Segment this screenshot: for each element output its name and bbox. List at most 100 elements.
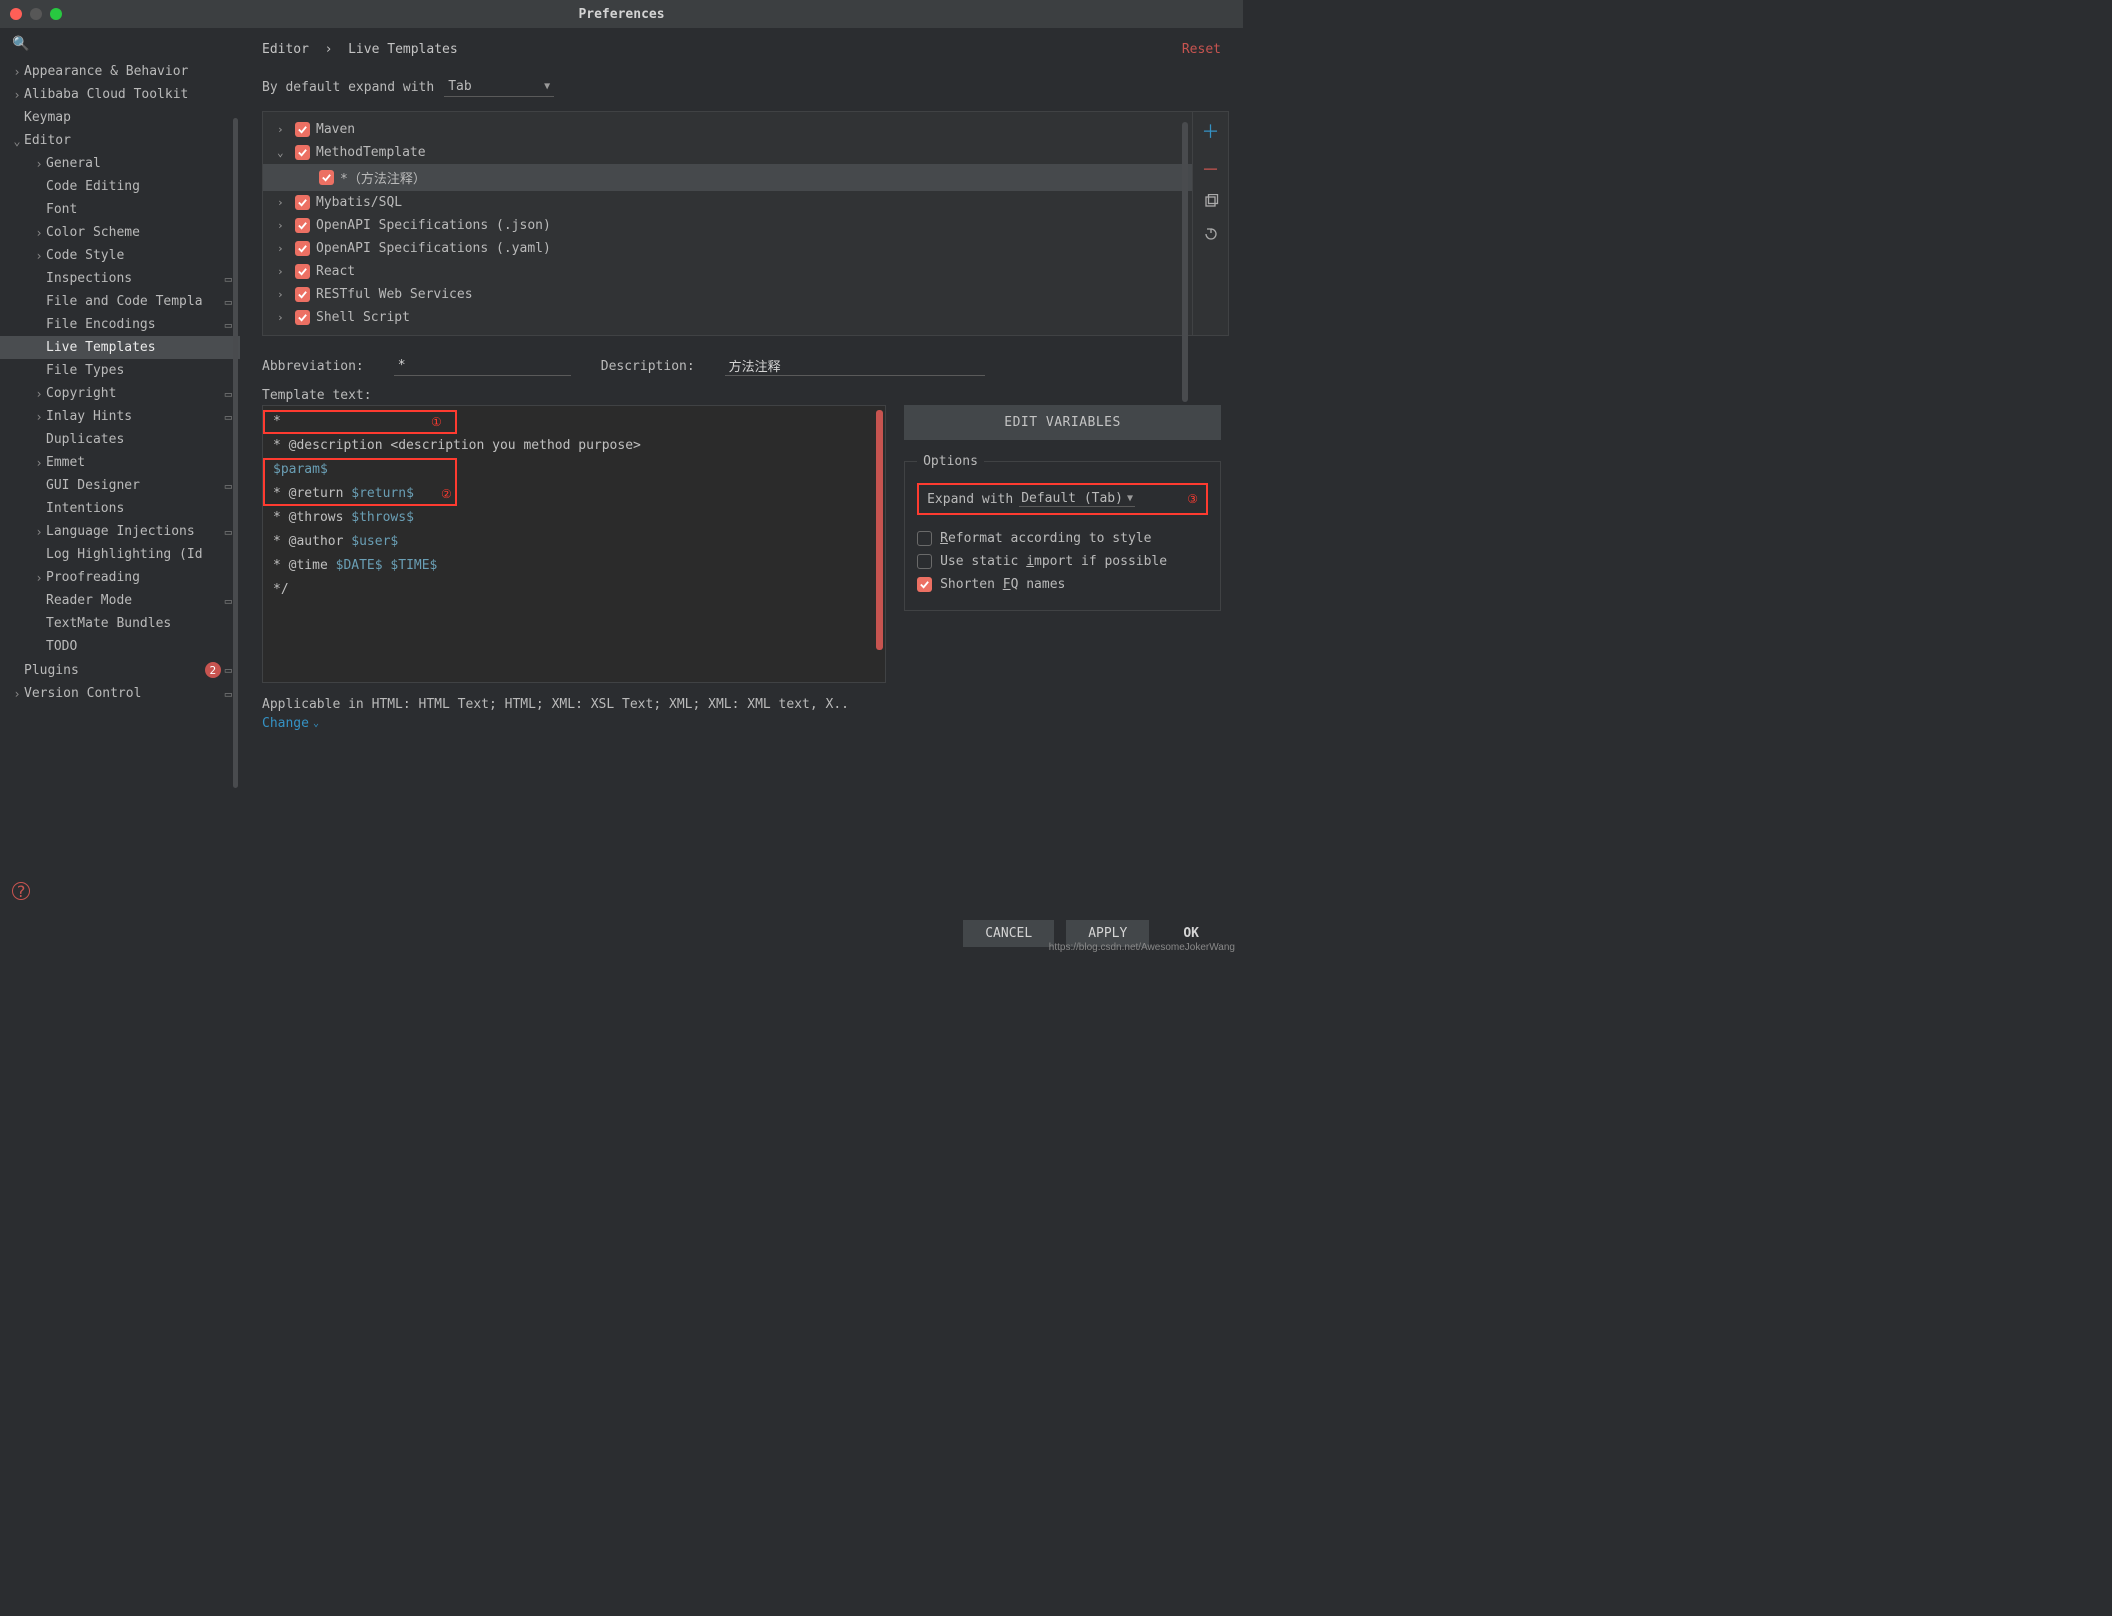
- sidebar-item[interactable]: File and Code Templa▭: [0, 290, 240, 313]
- abbreviation-input[interactable]: [394, 356, 571, 376]
- template-text-editor[interactable]: ① ② * * @description <description you me…: [262, 405, 886, 683]
- sidebar-item[interactable]: TextMate Bundles: [0, 612, 240, 635]
- editor-line: <description you method purpose>: [390, 438, 640, 453]
- sidebar-item[interactable]: Reader Mode▭: [0, 589, 240, 612]
- template-tree-item[interactable]: ›React: [263, 260, 1192, 283]
- sidebar-item[interactable]: Live Templates: [0, 336, 240, 359]
- close-window-button[interactable]: [10, 8, 22, 20]
- sidebar-item[interactable]: ›Copyright▭: [0, 382, 240, 405]
- sidebar-item[interactable]: Log Highlighting (Id: [0, 543, 240, 566]
- template-item-label: *（方法注释）: [340, 168, 426, 187]
- sidebar-item[interactable]: Plugins2▭: [0, 658, 240, 682]
- sidebar-item[interactable]: Code Editing: [0, 175, 240, 198]
- add-icon[interactable]: ＋: [1202, 118, 1220, 144]
- sidebar-item-label: Version Control: [24, 686, 221, 701]
- template-item-label: Maven: [316, 122, 355, 137]
- sidebar-item[interactable]: ›Color Scheme: [0, 221, 240, 244]
- minimize-window-button[interactable]: [30, 8, 42, 20]
- checkbox-checked[interactable]: [295, 145, 310, 160]
- sidebar-item[interactable]: ⌄Editor: [0, 129, 240, 152]
- sidebar-item[interactable]: TODO: [0, 635, 240, 658]
- template-tree-item[interactable]: *（方法注释）: [263, 164, 1192, 191]
- chevron-icon: ›: [277, 242, 289, 255]
- template-tree-item[interactable]: › OpenAPI Specifications (.json): [263, 214, 1192, 237]
- checkbox-checked[interactable]: [917, 577, 932, 592]
- description-input[interactable]: [725, 356, 985, 376]
- sidebar-item[interactable]: Keymap: [0, 106, 240, 129]
- sidebar-item[interactable]: File Encodings▭: [0, 313, 240, 336]
- checkbox-checked[interactable]: [295, 264, 310, 279]
- static-import-checkbox-row[interactable]: Use static import if possible: [917, 550, 1208, 573]
- sidebar-item[interactable]: ›Version Control▭: [0, 682, 240, 705]
- sidebar-item-label: Code Editing: [46, 179, 232, 194]
- editor-scrollbar[interactable]: [876, 410, 883, 650]
- sidebar-item[interactable]: Duplicates: [0, 428, 240, 451]
- sidebar-item[interactable]: ›Appearance & Behavior: [0, 60, 240, 83]
- sidebar-item[interactable]: Inspections▭: [0, 267, 240, 290]
- checkbox-checked[interactable]: [295, 241, 310, 256]
- main-layout: 🔍 ›Appearance & Behavior›Alibaba Cloud T…: [0, 28, 1243, 908]
- sidebar-item[interactable]: ›Code Style: [0, 244, 240, 267]
- help-button[interactable]: ?: [12, 882, 30, 900]
- sidebar-item[interactable]: ›Emmet: [0, 451, 240, 474]
- template-tree-item[interactable]: ›Mybatis/SQL: [263, 191, 1192, 214]
- copy-icon[interactable]: [1203, 194, 1219, 214]
- chevron-icon: ›: [10, 88, 24, 102]
- checkbox-checked[interactable]: [295, 287, 310, 302]
- sidebar-item[interactable]: Font: [0, 198, 240, 221]
- template-tree[interactable]: ›Maven⌄MethodTemplate*（方法注释）›Mybatis/SQL…: [263, 112, 1192, 335]
- sidebar-item[interactable]: File Types: [0, 359, 240, 382]
- sidebar-item[interactable]: ›Language Injections▭: [0, 520, 240, 543]
- remove-icon[interactable]: －: [1202, 156, 1220, 182]
- sidebar-item[interactable]: ›Proofreading: [0, 566, 240, 589]
- template-tree-item[interactable]: ›Shell Script: [263, 306, 1192, 329]
- chevron-icon: ›: [277, 219, 289, 232]
- sidebar-item[interactable]: ›Inlay Hints▭: [0, 405, 240, 428]
- template-scrollbar[interactable]: [1182, 122, 1188, 402]
- settings-tree[interactable]: ›Appearance & Behavior›Alibaba Cloud Too…: [0, 60, 240, 908]
- chevron-icon: ›: [32, 157, 46, 171]
- applicable-contexts: Applicable in HTML: HTML Text; HTML; XML…: [240, 683, 1243, 712]
- cancel-button[interactable]: CANCEL: [963, 920, 1054, 947]
- template-item-label: Mybatis/SQL: [316, 195, 402, 210]
- template-tree-item[interactable]: ›RESTful Web Services: [263, 283, 1192, 306]
- search-row[interactable]: 🔍: [0, 28, 240, 60]
- restore-icon[interactable]: [1203, 226, 1219, 246]
- maximize-window-button[interactable]: [50, 8, 62, 20]
- checkbox-unchecked[interactable]: [917, 531, 932, 546]
- template-toolbar: ＋ －: [1192, 112, 1228, 335]
- checkbox-checked[interactable]: [319, 170, 334, 185]
- expand-with-dropdown[interactable]: Default (Tab) ▼: [1019, 491, 1135, 507]
- breadcrumb-root[interactable]: Editor: [262, 42, 309, 57]
- chevron-icon: ⌄: [10, 134, 24, 148]
- sidebar-item[interactable]: ›Alibaba Cloud Toolkit: [0, 83, 240, 106]
- chevron-icon: ›: [32, 249, 46, 263]
- breadcrumb: Editor › Live Templates: [262, 42, 458, 57]
- sidebar-item[interactable]: GUI Designer▭: [0, 474, 240, 497]
- checkbox-unchecked[interactable]: [917, 554, 932, 569]
- reformat-checkbox-row[interactable]: Reformat according to style: [917, 527, 1208, 550]
- template-tree-item[interactable]: ⌄MethodTemplate: [263, 141, 1192, 164]
- template-tree-item[interactable]: ›OpenAPI Specifications (.yaml): [263, 237, 1192, 260]
- sidebar-item[interactable]: ›General: [0, 152, 240, 175]
- module-settings-icon: ▭: [225, 687, 232, 701]
- sidebar-item-label: GUI Designer: [46, 478, 221, 493]
- template-tree-item[interactable]: ›Maven: [263, 118, 1192, 141]
- checkbox-checked[interactable]: [295, 122, 310, 137]
- template-item-label: OpenAPI Specifications (.json): [316, 218, 551, 233]
- checkbox-checked[interactable]: [295, 195, 310, 210]
- module-settings-icon: ▭: [225, 272, 232, 286]
- checkbox-checked[interactable]: [295, 218, 310, 233]
- chevron-icon: ⌄: [277, 146, 289, 159]
- expand-with-row: Expand with Default (Tab) ▼ ③: [917, 483, 1208, 515]
- sidebar-scrollbar[interactable]: [233, 118, 238, 788]
- edit-variables-button[interactable]: EDIT VARIABLES: [904, 405, 1221, 440]
- chevron-icon: ›: [10, 65, 24, 79]
- reset-link[interactable]: Reset: [1182, 42, 1221, 57]
- change-contexts-link[interactable]: Change ⌄: [240, 712, 1243, 735]
- checkbox-checked[interactable]: [295, 310, 310, 325]
- sidebar-item[interactable]: Intentions: [0, 497, 240, 520]
- chevron-icon: ›: [32, 410, 46, 424]
- shorten-fq-checkbox-row[interactable]: Shorten FQ names: [917, 573, 1208, 596]
- default-expand-dropdown[interactable]: Tab ▼: [444, 77, 554, 97]
